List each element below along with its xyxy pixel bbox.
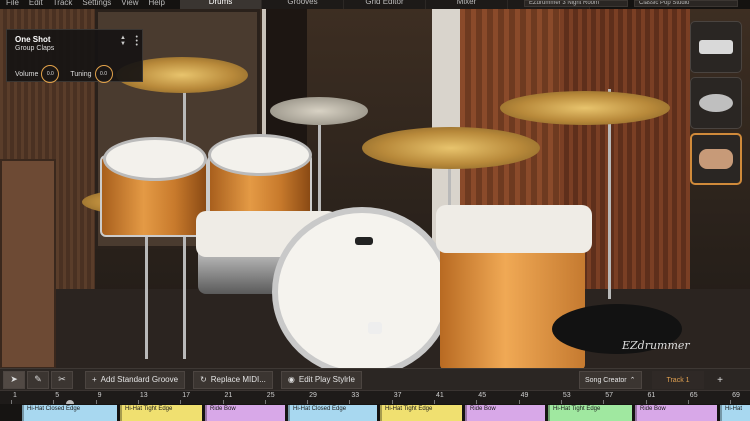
volume-label: Volume — [15, 70, 39, 78]
articulation-stepper[interactable]: ▲ ▼ — [120, 35, 126, 47]
shaker-instrument[interactable] — [690, 77, 742, 129]
tuning-value: 0.0 — [100, 71, 107, 77]
ruler-tick-label: 29 — [309, 392, 317, 399]
replace-icon: ↻ — [200, 375, 207, 384]
add-track-button[interactable]: + — [712, 371, 728, 389]
ruler-tick-label: 45 — [478, 392, 487, 399]
tab-mixer[interactable]: Mixer — [426, 0, 508, 9]
articulation-panel: One Shot Group Claps ▲ ▼ • • • Volume 0.0 … — [6, 29, 143, 83]
ruler-tick-label: 5 — [55, 392, 60, 399]
add-standard-groove-label: Add Standard Groove — [100, 375, 179, 384]
menu-settings[interactable]: Settings — [82, 0, 111, 9]
china-cymbal[interactable] — [270, 97, 368, 125]
edit-play-style-label: Edit Play Stylrle — [298, 375, 355, 384]
menu-bar: File Edit Track Settings View Help — [0, 0, 165, 9]
scissors-tool-icon[interactable]: ✂ — [51, 370, 73, 389]
groove-clip[interactable]: Ride Bow — [465, 405, 545, 421]
crash-cymbal-right[interactable] — [500, 91, 670, 125]
volume-value: 0.0 — [46, 71, 54, 77]
chevron-down-icon[interactable]: ▼ — [120, 41, 126, 47]
groove-clip[interactable]: Hi-Hat Tight Edge — [548, 405, 632, 421]
replace-midi-button[interactable]: ↻ Replace MIDI... — [193, 370, 273, 389]
claps-icon — [699, 149, 733, 169]
add-standard-groove-button[interactable]: + Add Standard Groove — [85, 370, 186, 389]
timeline-ruler[interactable]: 1 5 9 13 17 21 25 29 33 37 41 45 49 53 57 61 65 69 — [0, 390, 750, 405]
plus-icon: + — [92, 375, 97, 384]
ruler-tick-label: 37 — [393, 392, 402, 399]
tuning-label: Tuning — [70, 70, 92, 78]
replace-midi-label: Replace MIDI... — [210, 375, 266, 384]
kit-preset-select[interactable]: EZdrummer 3 Night Room — [524, 0, 628, 7]
track-lane[interactable]: Hi-Hat Closed Edge Hi-Hat Tight Edge Ride … — [0, 404, 750, 421]
palette-icon: ◉ — [287, 375, 295, 384]
menu-file[interactable]: File — [6, 0, 19, 9]
claps-instrument[interactable] — [690, 133, 742, 185]
volume-knob[interactable]: 0.0 — [41, 65, 60, 83]
groove-clip[interactable]: Hi-Hat Closed Edge — [22, 405, 117, 421]
groove-clip[interactable]: Ride Bow — [205, 405, 285, 421]
chevron-up-icon: ⌃ — [629, 377, 636, 384]
bottom-toolbar: ➤ ✎ ✂ + Add Standard Groove ↻ Replace MI… — [0, 368, 750, 390]
ruler-tick-label: 41 — [436, 392, 444, 399]
ruler-tick-label: 53 — [562, 392, 571, 399]
track-name[interactable]: Track 1 — [652, 371, 704, 389]
rack-tom-2-head[interactable] — [208, 134, 312, 176]
song-creator-button[interactable]: Song Creator ⌃ — [579, 371, 642, 389]
ruler-tick-label: 21 — [224, 392, 233, 399]
groove-clip[interactable]: Hi-Hat Tight Edge — [380, 405, 462, 421]
articulation-subtitle: Group Claps — [15, 45, 55, 52]
menu-view[interactable]: View — [121, 0, 138, 9]
groove-clip[interactable]: Hi-Hat Closed Edge — [288, 405, 377, 421]
floor-tom-cloth — [436, 205, 592, 253]
articulation-controls: Volume 0.0 Tuning 0.0 — [15, 65, 113, 83]
top-bar: File Edit Track Settings View Help Drums… — [0, 0, 750, 9]
ruler-tick-label: 1 — [13, 392, 17, 399]
amp-cabinet — [0, 159, 56, 368]
shaker-icon — [699, 94, 733, 112]
menu-edit[interactable]: Edit — [29, 0, 43, 9]
ruler-tick-label: 49 — [520, 392, 529, 399]
tab-grid-editor[interactable]: Grid Editor — [344, 0, 426, 9]
ruler-tick-label: 9 — [97, 392, 102, 399]
ruler-tick-label: 65 — [689, 392, 698, 399]
menu-help[interactable]: Help — [149, 0, 165, 9]
song-creator-label: Song Creator — [585, 376, 627, 384]
ruler-tick-label: 57 — [605, 392, 613, 399]
menu-track[interactable]: Track — [53, 0, 73, 9]
tambourine-instrument[interactable] — [690, 21, 742, 73]
ruler-tick-label: 69 — [732, 392, 740, 399]
groove-clip[interactable]: Hi-Hat — [720, 405, 750, 421]
pencil-tool-icon[interactable]: ✎ — [27, 370, 49, 389]
preset-selectors: EZdrummer 3 Night Room Classic Pop Studi… — [524, 0, 738, 7]
drum-kit-view: EZdrummer One Shot Group Claps ▲ ▼ • • • V… — [0, 9, 750, 368]
tuning-knob[interactable]: 0.0 — [94, 65, 113, 83]
select-tool-icon[interactable]: ➤ — [3, 370, 25, 389]
kick-drum-badge — [355, 237, 373, 245]
kick-pedal — [368, 322, 382, 334]
groove-clip[interactable]: Ride Bow — [635, 405, 717, 421]
mix-preset-select[interactable]: Classic Pop Studio — [634, 0, 738, 7]
kick-drum[interactable] — [272, 207, 452, 368]
ruler-tick-label: 61 — [647, 392, 656, 399]
ruler-tick-label: 25 — [266, 392, 275, 399]
ruler-tick-label: 13 — [139, 392, 148, 399]
menu-icon[interactable]: • • • — [136, 34, 138, 49]
articulation-title: One Shot — [15, 35, 51, 44]
tab-drums[interactable]: Drums — [180, 0, 262, 9]
stool-logo: EZdrummer — [622, 339, 690, 352]
tambourine-icon — [699, 40, 733, 54]
edit-play-style-button[interactable]: ◉ Edit Play Stylrle — [280, 370, 362, 389]
ruler-tick-label: 33 — [351, 392, 360, 399]
ride-cymbal[interactable] — [362, 127, 540, 169]
rack-tom-1-head[interactable] — [103, 137, 207, 181]
ruler-tick-label: 17 — [182, 392, 190, 399]
groove-clip[interactable]: Hi-Hat Tight Edge — [120, 405, 202, 421]
tab-grooves[interactable]: Grooves — [262, 0, 344, 9]
